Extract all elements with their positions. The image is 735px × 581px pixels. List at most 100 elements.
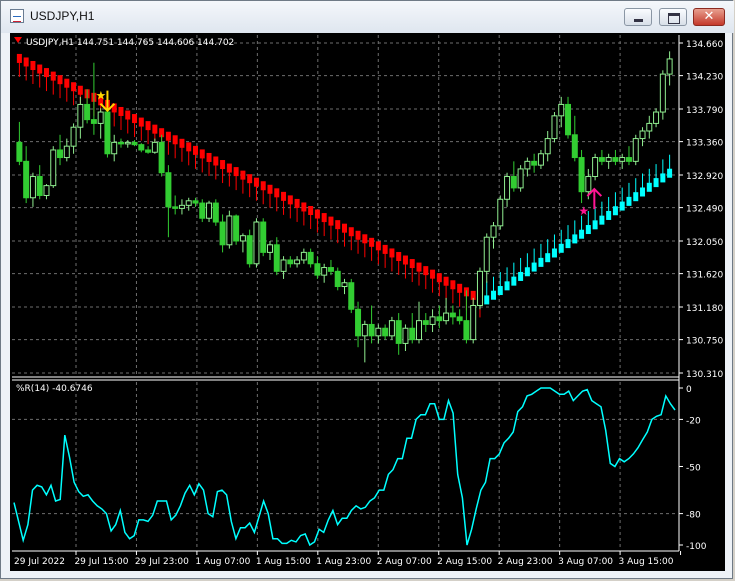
candle-body bbox=[16, 141, 23, 162]
trend-up-dot bbox=[585, 225, 591, 235]
trend-down-dot bbox=[206, 152, 212, 162]
price-label: 133.360 bbox=[686, 139, 723, 149]
trend-down-dot bbox=[301, 202, 307, 212]
candle-body bbox=[531, 160, 538, 166]
candle-body bbox=[321, 267, 328, 276]
trend-layer bbox=[16, 53, 673, 318]
candle-body bbox=[632, 138, 639, 162]
minimize-button[interactable] bbox=[624, 8, 652, 26]
trend-up-dot bbox=[572, 234, 578, 244]
candle-body bbox=[36, 176, 43, 196]
candle-body bbox=[470, 304, 477, 341]
trend-up-dot bbox=[497, 286, 503, 296]
title-bar[interactable]: USDJPY,H1 ✕ bbox=[1, 1, 734, 33]
candle-body bbox=[443, 312, 450, 322]
candle-body bbox=[97, 111, 104, 124]
trend-up-dot bbox=[491, 290, 497, 300]
price-label: 130.310 bbox=[686, 370, 723, 380]
candle-body bbox=[219, 221, 226, 246]
trend-up-dot bbox=[626, 196, 632, 206]
trend-up-dot bbox=[565, 239, 571, 249]
candle-body bbox=[111, 141, 118, 155]
price-label: 130.750 bbox=[686, 337, 723, 347]
trend-down-dot bbox=[247, 174, 253, 184]
trend-up-dot bbox=[612, 206, 618, 216]
candle-body bbox=[172, 206, 179, 209]
trend-up-dot bbox=[646, 182, 652, 192]
chart-svg[interactable]: ★★ 134.660134.230133.790133.360132.92013… bbox=[10, 33, 725, 571]
candle-body bbox=[260, 221, 267, 253]
trend-down-dot bbox=[253, 177, 259, 187]
trend-down-dot bbox=[23, 57, 29, 67]
candle-body bbox=[165, 172, 172, 208]
price-label: 132.050 bbox=[686, 238, 723, 248]
trend-down-dot bbox=[348, 227, 354, 237]
candle-body bbox=[307, 251, 314, 265]
candle-body bbox=[646, 122, 653, 132]
trend-down-dot bbox=[192, 145, 198, 155]
trend-down-dot bbox=[152, 124, 158, 134]
candle-body bbox=[158, 141, 165, 174]
candle-body bbox=[544, 138, 551, 155]
trend-down-dot bbox=[267, 184, 273, 194]
candle-body bbox=[659, 73, 666, 113]
candle-body bbox=[273, 244, 280, 272]
time-label: 3 Aug 15:00 bbox=[619, 557, 674, 567]
candle-body bbox=[402, 327, 409, 344]
candle-body bbox=[585, 176, 592, 193]
trend-down-dot bbox=[335, 220, 341, 230]
trend-down-dot bbox=[50, 71, 56, 81]
price-label: 131.180 bbox=[686, 304, 723, 314]
trend-up-dot bbox=[660, 173, 666, 183]
trend-down-dot bbox=[213, 156, 219, 166]
candle-body bbox=[327, 267, 334, 272]
buy-star-icon: ★ bbox=[578, 204, 589, 218]
maximize-button[interactable] bbox=[659, 8, 687, 26]
candles bbox=[16, 51, 673, 363]
trend-up-dot bbox=[524, 267, 530, 277]
trend-down-dot bbox=[30, 61, 36, 71]
candle-body bbox=[84, 103, 91, 121]
trend-down-dot bbox=[443, 276, 449, 286]
candle-body bbox=[90, 119, 97, 124]
candle-body bbox=[490, 225, 497, 238]
candle-body bbox=[192, 200, 199, 204]
candle-body bbox=[294, 259, 301, 265]
candle-body bbox=[239, 235, 246, 242]
candle-body bbox=[504, 176, 511, 200]
trend-down-dot bbox=[396, 251, 402, 261]
trend-up-dot bbox=[579, 229, 585, 239]
candle-body bbox=[558, 103, 565, 117]
trend-down-dot bbox=[165, 131, 171, 141]
trend-up-dot bbox=[538, 257, 544, 267]
trend-down-dot bbox=[308, 206, 314, 216]
trend-down-dot bbox=[43, 68, 49, 78]
trade-arrow-icon bbox=[14, 37, 22, 43]
wpr-line-layer bbox=[13, 387, 676, 547]
trend-down-dot bbox=[172, 135, 178, 145]
close-icon: ✕ bbox=[703, 9, 715, 24]
candle-body bbox=[117, 141, 124, 145]
trend-down-dot bbox=[402, 255, 408, 265]
candle-body bbox=[287, 259, 294, 265]
trend-down-dot bbox=[145, 121, 151, 131]
candle-body bbox=[612, 157, 619, 162]
candle-body bbox=[29, 176, 36, 199]
trend-up-dot bbox=[592, 220, 598, 230]
trend-up-dot bbox=[599, 215, 605, 225]
candle-body bbox=[436, 316, 443, 322]
time-axis: 29 Jul 2022 29 Jul 15:00 29 Jul 23:00 1 Aug… bbox=[14, 551, 682, 567]
trend-down-dot bbox=[118, 106, 124, 116]
time-label: 29 Jul 23:00 bbox=[135, 557, 189, 567]
trend-down-dot bbox=[64, 78, 70, 88]
candle-body bbox=[233, 215, 240, 242]
trend-up-dot bbox=[558, 243, 564, 253]
time-label: 1 Aug 15:00 bbox=[256, 557, 311, 567]
trend-up-dot bbox=[551, 248, 557, 258]
chart-area[interactable]: ★ ★ 134.660 134.230 133.790 133.360 132.920 13… bbox=[10, 33, 725, 571]
close-button[interactable]: ✕ bbox=[693, 8, 725, 26]
trend-down-dot bbox=[450, 280, 456, 290]
time-label: 3 Aug 07:00 bbox=[558, 557, 613, 567]
chart-window-icon bbox=[10, 9, 24, 23]
trend-down-dot bbox=[132, 114, 138, 124]
